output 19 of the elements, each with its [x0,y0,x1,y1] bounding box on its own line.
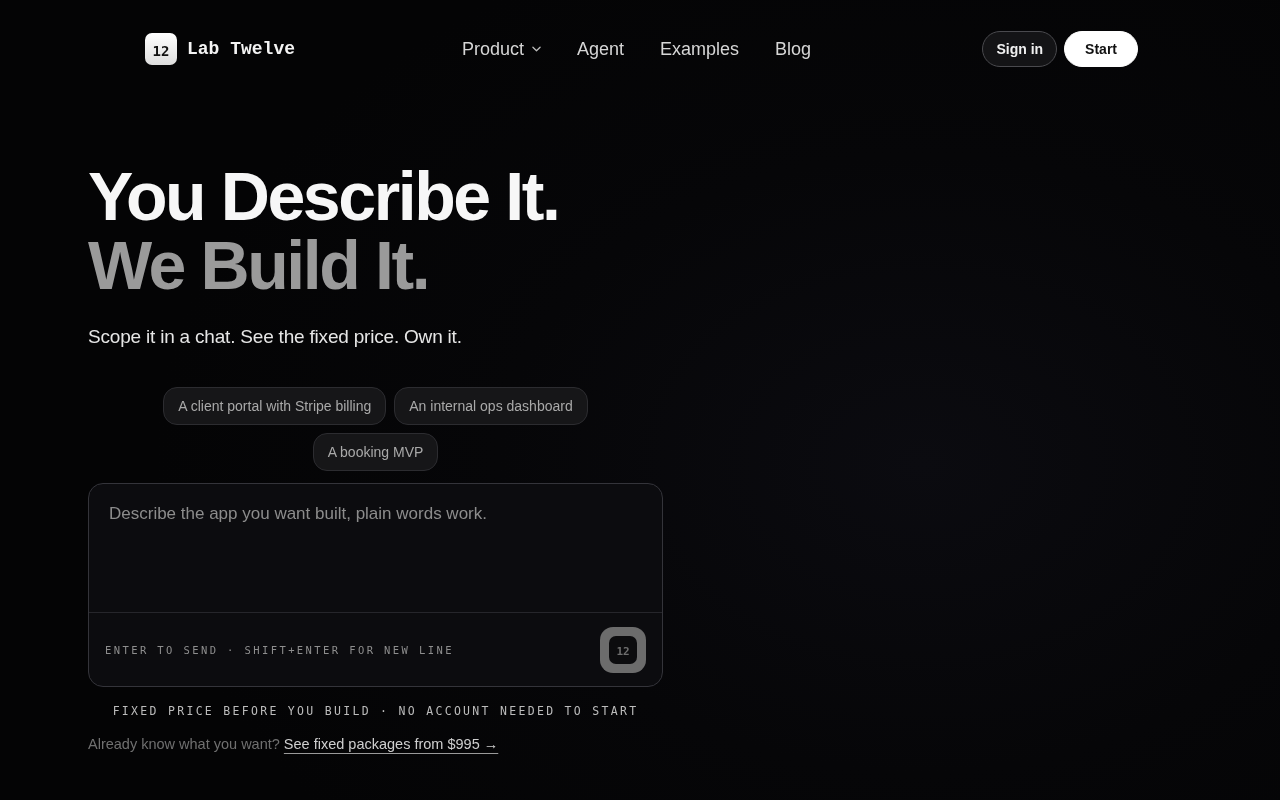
headline: You Describe It. [88,162,560,231]
logo-mark[interactable]: 12 [145,33,177,65]
nav-link[interactable]: Agent [576,38,624,60]
start-button[interactable]: Start [1064,31,1138,67]
info-note: FIXED PRICE BEFORE YOU BUILD · NO ACCOUNT NEEDED TO START [111,704,640,718]
headline: We Build It. [88,231,430,300]
nav-link[interactable]: Examples [660,38,740,60]
suggestion-chip[interactable]: A client portal with Stripe billing [163,387,387,425]
suggestion-chip[interactable]: An internal ops dashboard [394,387,588,425]
packages-link[interactable]: See fixed packages from $995 → [283,736,499,752]
nav-link[interactable]: Blog [775,38,812,60]
nav-link[interactable]: Product [461,38,541,60]
keyboard-hint: ENTER TO SEND · SHIFT+ENTER FOR NEW LINE [105,643,454,656]
suggestion-chip[interactable]: A booking MVP [312,433,439,471]
subtitle: Scope it in a chat. See the fixed price. Own it. [88,326,463,348]
sign-in-button[interactable]: Sign in [982,31,1058,67]
brand-name[interactable]: Lab Twelve [187,39,296,59]
message-input[interactable]: Describe the app you want built, plain words work. [89,484,662,613]
packages-prompt: Already know what you want? See fixed packages from $995 → [88,736,500,752]
